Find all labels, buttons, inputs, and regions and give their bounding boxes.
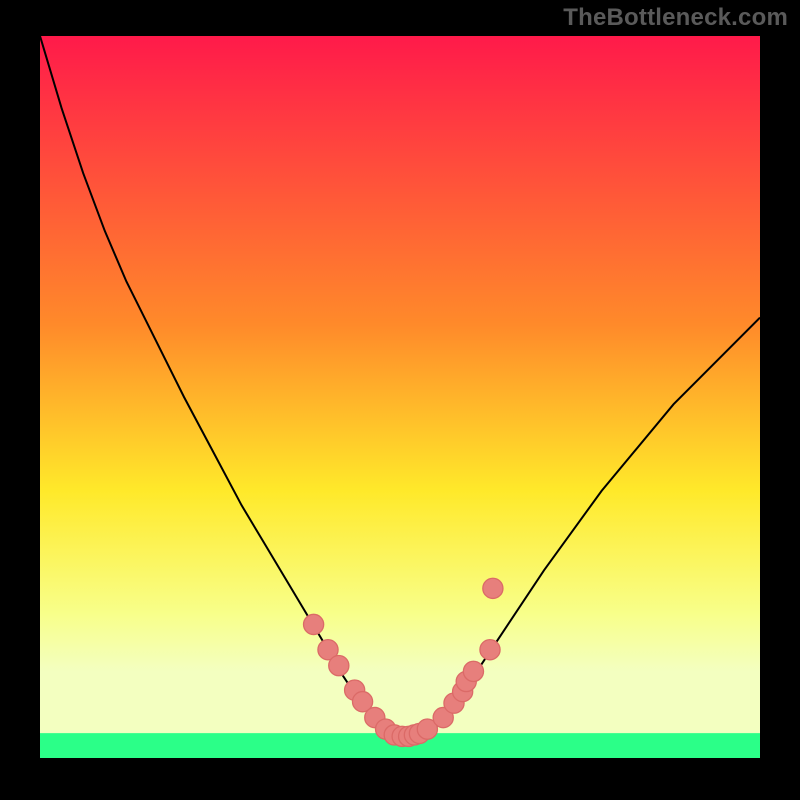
plot-svg	[40, 36, 760, 758]
chart-frame: TheBottleneck.com	[0, 0, 800, 800]
data-marker	[304, 614, 324, 634]
data-marker	[483, 578, 503, 598]
data-marker	[329, 655, 349, 675]
data-marker	[480, 640, 500, 660]
watermark-text: TheBottleneck.com	[563, 4, 788, 32]
plot-area	[40, 36, 760, 758]
gradient-background	[40, 36, 760, 758]
data-marker	[463, 661, 483, 681]
